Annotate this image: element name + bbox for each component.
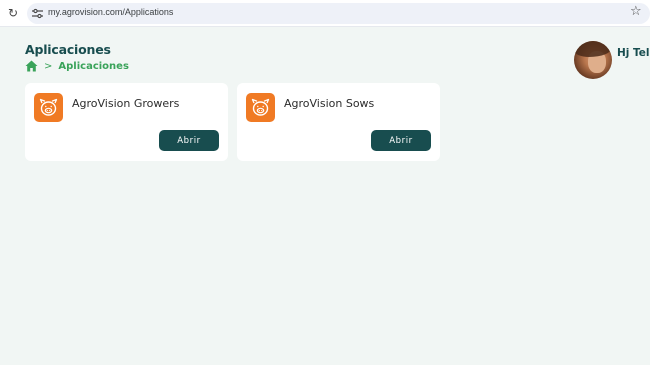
home-icon[interactable] xyxy=(25,60,38,72)
tune-icon[interactable] xyxy=(32,8,43,19)
breadcrumb-separator: > xyxy=(44,60,53,72)
app-card-growers: AgroVision Growers Abrir xyxy=(25,83,228,161)
app-name: AgroVision Sows xyxy=(284,97,375,110)
app-card-sows: AgroVision Sows Abrir xyxy=(237,83,440,161)
page-title: Aplicaciones xyxy=(25,42,111,57)
avatar[interactable] xyxy=(574,41,612,79)
reload-icon[interactable]: ↻ xyxy=(6,6,20,20)
avatar-hair xyxy=(574,41,612,57)
open-button-growers[interactable]: Abrir xyxy=(159,130,219,151)
user-name[interactable]: Hj Telle xyxy=(617,47,650,59)
app-name: AgroVision Growers xyxy=(72,97,180,110)
open-button-sows[interactable]: Abrir xyxy=(371,130,431,151)
pig-icon xyxy=(34,93,63,122)
browser-toolbar: ↻ my.agrovision.com/Applications ☆ xyxy=(0,0,650,27)
pig-icon xyxy=(246,93,275,122)
url-text[interactable]: my.agrovision.com/Applications xyxy=(48,7,173,17)
breadcrumb: > Aplicaciones xyxy=(25,59,129,73)
breadcrumb-current: Aplicaciones xyxy=(58,60,129,72)
star-icon[interactable]: ☆ xyxy=(630,4,642,19)
address-bar[interactable]: my.agrovision.com/Applications ☆ xyxy=(27,3,650,24)
